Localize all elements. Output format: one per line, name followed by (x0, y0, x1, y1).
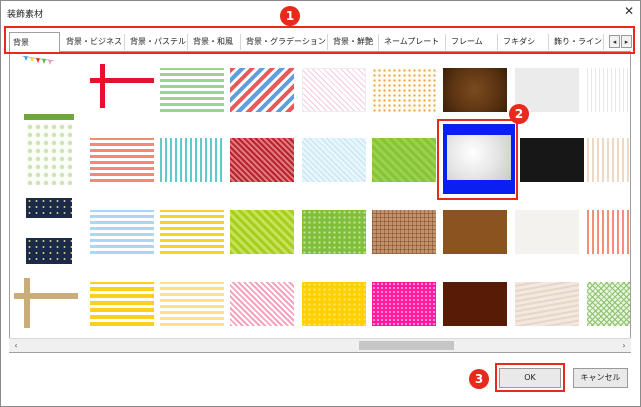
pattern-white-paper[interactable] (515, 210, 579, 254)
pattern-brown-plain[interactable] (443, 210, 507, 254)
scroll-right-icon[interactable]: › (618, 340, 630, 352)
pattern-bunting-flags[interactable] (21, 54, 86, 68)
pattern-brown-plaid[interactable] (372, 210, 436, 254)
pattern-green-horizontal-stripes[interactable] (160, 68, 224, 112)
horizontal-scrollbar[interactable]: ‹ › (9, 338, 631, 352)
pattern-white-vertical-stripes[interactable] (587, 68, 630, 112)
close-icon[interactable]: ✕ (624, 5, 634, 17)
pattern-black-plain[interactable] (520, 138, 584, 182)
pattern-magenta-dots[interactable] (372, 282, 436, 326)
tab-haikei[interactable]: 背景 (9, 32, 60, 52)
pattern-orange-dots[interactable] (372, 68, 436, 112)
annotation-frame-tabs (4, 26, 635, 54)
pattern-green-crosshatch[interactable] (587, 282, 630, 326)
pattern-yellow-dots[interactable] (302, 282, 366, 326)
cancel-button[interactable]: キャンセル (573, 368, 628, 388)
pattern-green-diamond[interactable] (372, 138, 436, 182)
pattern-wood-grain[interactable] (515, 282, 579, 326)
annotation-frame-ok (495, 363, 565, 392)
scroll-left-icon[interactable]: ‹ (10, 340, 22, 352)
title-bar: 装飾素材 ✕ (1, 1, 640, 23)
annotation-badge-3: 3 (469, 369, 489, 389)
pattern-night-sky-stars[interactable] (26, 238, 72, 264)
pattern-red-diagonal-stripes[interactable] (230, 138, 294, 182)
pattern-yellow-white-stripes[interactable] (160, 282, 224, 326)
pattern-green-floral-vertical[interactable] (26, 123, 72, 185)
decoration-dialog: 装飾素材 ✕ 背景 背景・ビジネス 背景・パステル 背景・和風 背景・グラデーシ… (0, 0, 641, 407)
pattern-red-blue-diagonal-stripes[interactable] (230, 68, 294, 112)
pattern-lime-diagonal-stripes[interactable] (230, 210, 294, 254)
pattern-dark-brown-plain[interactable] (443, 282, 507, 326)
pattern-night-sky-top[interactable] (26, 198, 72, 218)
pattern-green-bar[interactable] (24, 114, 74, 120)
pattern-yellow-horizontal-stripes[interactable] (160, 210, 224, 254)
pattern-brown-leather[interactable] (443, 68, 507, 112)
annotation-badge-2: 2 (509, 104, 529, 124)
pattern-beige-vertical-stripes[interactable] (587, 138, 630, 182)
pattern-light-blue-diagonal[interactable] (302, 138, 366, 182)
pattern-teal-vertical-stripes[interactable] (160, 138, 224, 182)
pattern-coral-horizontal-stripes[interactable] (90, 138, 154, 182)
pattern-green-dots[interactable] (302, 210, 366, 254)
pattern-grid (9, 51, 631, 353)
annotation-badge-1: 1 (280, 6, 300, 26)
pattern-tan-cross-ribbon[interactable] (14, 278, 78, 328)
pattern-light-blue-stripes[interactable] (90, 210, 154, 254)
scrollbar-thumb[interactable] (359, 341, 454, 350)
pattern-cross-red-ribbon[interactable] (90, 64, 154, 108)
pattern-pink-diagonal-stripes[interactable] (230, 282, 294, 326)
window-title: 装飾素材 (7, 10, 44, 20)
pattern-coral-vertical-stripes[interactable] (587, 210, 630, 254)
pattern-pink-diagonal-lines[interactable] (302, 68, 366, 112)
annotation-frame-selection (437, 119, 518, 200)
pattern-yellow-stripes[interactable] (90, 282, 154, 326)
